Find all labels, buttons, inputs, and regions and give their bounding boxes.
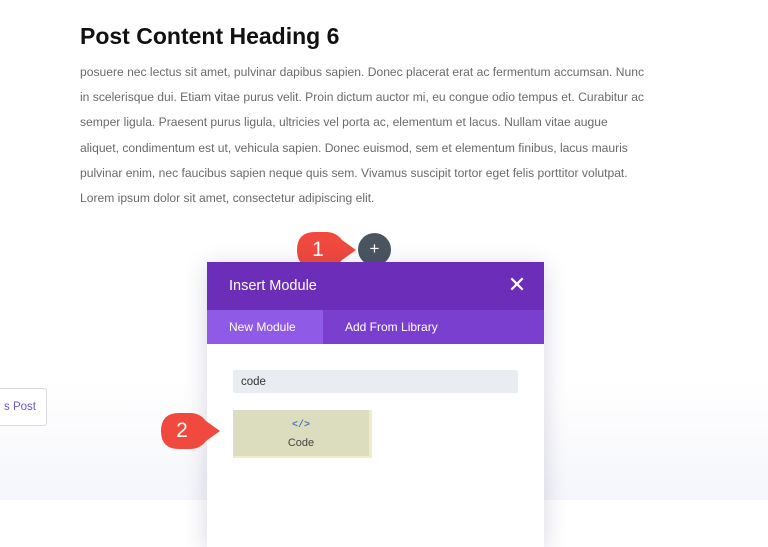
- previous-post-label: s Post: [4, 401, 36, 413]
- dialog-title: Insert Module: [229, 278, 317, 294]
- callout-number: 2: [176, 419, 188, 442]
- module-search-input[interactable]: [233, 370, 518, 393]
- previous-post-button[interactable]: s Post: [0, 388, 47, 426]
- dialog-header: Insert Module ✕: [207, 262, 544, 310]
- post-body-line: posuere nec lectus sit amet, pulvinar da…: [80, 65, 644, 79]
- post-body: posuere nec lectus sit amet, pulvinar da…: [80, 62, 680, 213]
- post-body-line: Lorem ipsum dolor sit amet, consectetur …: [80, 190, 375, 205]
- close-icon[interactable]: ✕: [506, 274, 528, 296]
- post-body-line: semper ligula. Praesent purus ligula, ul…: [80, 115, 608, 130]
- post-heading: Post Content Heading 6: [80, 23, 340, 49]
- module-card-label: Code: [287, 437, 315, 449]
- code-icon: </>: [291, 420, 310, 431]
- post-body-line: pulvinar enim, nec faucibus sapien neque…: [80, 165, 628, 180]
- post-body-line: aliquet, condimentum est ut, vehicula sa…: [80, 140, 628, 155]
- module-card-code[interactable]: </> Code: [233, 410, 372, 458]
- plus-icon: +: [369, 239, 380, 258]
- insert-module-dialog: Insert Module ✕ New Module Add From Libr…: [207, 262, 544, 547]
- step-callout-2: 2: [160, 412, 220, 450]
- tab-new-module[interactable]: New Module: [207, 310, 323, 344]
- post-body-line: in scelerisque dui. Etiam vitae purus ve…: [80, 90, 644, 105]
- dialog-tabs: New Module Add From Library: [207, 310, 544, 344]
- tab-add-from-library[interactable]: Add From Library: [323, 310, 460, 344]
